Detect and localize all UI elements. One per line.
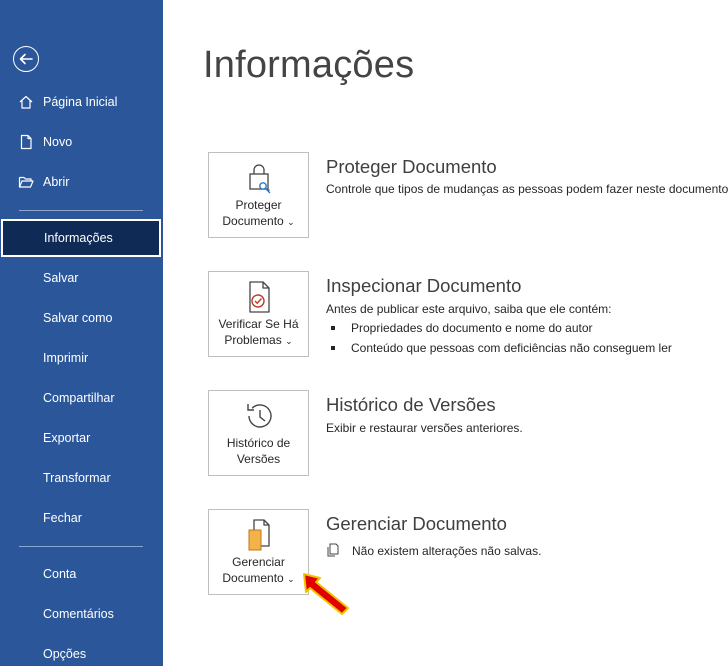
open-folder-icon xyxy=(18,176,34,188)
sidebar-item-new[interactable]: Novo xyxy=(0,123,163,161)
sidebar-item-label: Exportar xyxy=(43,431,91,445)
page-title: Informações xyxy=(203,44,415,86)
sidebar-item-home[interactable]: Página Inicial xyxy=(0,83,163,121)
new-document-icon xyxy=(20,134,32,150)
tile-label-line1: Histórico de xyxy=(226,436,291,450)
tile-label: Histórico de Versões xyxy=(209,435,308,467)
history-clock-icon xyxy=(246,404,272,428)
chevron-down-icon: ⌄ xyxy=(287,574,295,584)
document-check-icon xyxy=(248,281,270,313)
check-issues-button[interactable]: Verificar Se Há Problemas ⌄ xyxy=(208,271,309,357)
section-title: Proteger Documento xyxy=(326,156,497,177)
version-history-button[interactable]: Histórico de Versões xyxy=(208,390,309,476)
sidebar-item-account[interactable]: Conta xyxy=(0,555,163,593)
sidebar-item-label: Informações xyxy=(44,231,113,245)
sidebar-item-feedback[interactable]: Comentários xyxy=(0,595,163,633)
sidebar-item-print[interactable]: Imprimir xyxy=(0,339,163,377)
tile-label-text: Documento xyxy=(222,214,284,228)
section-title: Histórico de Versões xyxy=(326,394,496,415)
section-description: Não existem alterações não salvas. xyxy=(352,544,542,558)
manage-document-icon xyxy=(248,519,270,551)
annotation-arrow-icon xyxy=(303,573,349,615)
sidebar-item-open[interactable]: Abrir xyxy=(0,163,163,201)
tile-label-text: Documento xyxy=(222,571,284,585)
manage-document-button[interactable]: Gerenciar Documento ⌄ xyxy=(208,509,309,595)
tile-label-line1: Proteger xyxy=(235,198,282,212)
sidebar-item-label: Compartilhar xyxy=(43,391,115,405)
sidebar-item-label: Transformar xyxy=(43,471,111,485)
sidebar-item-save-as[interactable]: Salvar como xyxy=(0,299,163,337)
sidebar-item-label: Salvar como xyxy=(43,311,113,325)
sidebar-item-close[interactable]: Fechar xyxy=(0,499,163,537)
sidebar-item-label: Comentários xyxy=(43,607,114,621)
section-description: Controle que tipos de mudanças as pessoa… xyxy=(326,182,728,196)
tile-label-line1: Gerenciar xyxy=(232,555,285,569)
sidebar-item-label: Salvar xyxy=(43,271,79,285)
sidebar-item-label: Página Inicial xyxy=(43,95,118,109)
list-item-text: Propriedades do documento e nome do auto… xyxy=(351,321,593,335)
sidebar-item-export[interactable]: Exportar xyxy=(0,419,163,457)
sidebar-item-label: Fechar xyxy=(43,511,82,525)
section-description: Antes de publicar este arquivo, saiba qu… xyxy=(326,302,612,316)
sidebar-item-share[interactable]: Compartilhar xyxy=(0,379,163,417)
protect-document-button[interactable]: Proteger Documento ⌄ xyxy=(208,152,309,238)
tile-label: Verificar Se Há Problemas ⌄ xyxy=(209,316,308,349)
chevron-down-icon: ⌄ xyxy=(285,336,293,346)
tile-label-line2: Documento ⌄ xyxy=(209,213,308,230)
chevron-down-icon: ⌄ xyxy=(287,217,295,227)
tile-label-line1: Verificar Se Há xyxy=(218,317,299,331)
home-icon xyxy=(19,95,33,109)
sidebar-divider xyxy=(19,546,143,547)
section-title: Inspecionar Documento xyxy=(326,275,522,296)
tile-label-line2: Documento ⌄ xyxy=(209,570,308,587)
tile-label: Proteger Documento ⌄ xyxy=(209,197,308,230)
sidebar-item-info[interactable]: Informações xyxy=(1,219,161,257)
tile-label: Gerenciar Documento ⌄ xyxy=(209,554,308,587)
tile-label-text: Problemas xyxy=(224,333,282,347)
tile-label-line2: Problemas ⌄ xyxy=(209,332,308,349)
backstage-sidebar: Página Inicial Novo Abrir Informações Sa… xyxy=(0,0,163,666)
sidebar-item-label: Opções xyxy=(43,647,87,661)
lock-key-icon xyxy=(248,164,270,194)
sidebar-item-label: Novo xyxy=(43,135,73,149)
sidebar-item-transform[interactable]: Transformar xyxy=(0,459,163,497)
list-item-text: Conteúdo que pessoas com deficiências nã… xyxy=(351,341,672,355)
sidebar-item-label: Conta xyxy=(43,567,77,581)
section-description: Exibir e restaurar versões anteriores. xyxy=(326,421,523,435)
document-copy-icon xyxy=(327,543,339,557)
sidebar-item-options[interactable]: Opções xyxy=(0,635,163,666)
tile-label-line2: Versões xyxy=(236,452,281,466)
sidebar-item-label: Abrir xyxy=(43,175,70,189)
sidebar-item-save[interactable]: Salvar xyxy=(0,259,163,297)
sidebar-divider xyxy=(19,210,143,211)
back-arrow-icon[interactable] xyxy=(13,46,39,72)
sidebar-item-label: Imprimir xyxy=(43,351,89,365)
section-title: Gerenciar Documento xyxy=(326,513,507,534)
